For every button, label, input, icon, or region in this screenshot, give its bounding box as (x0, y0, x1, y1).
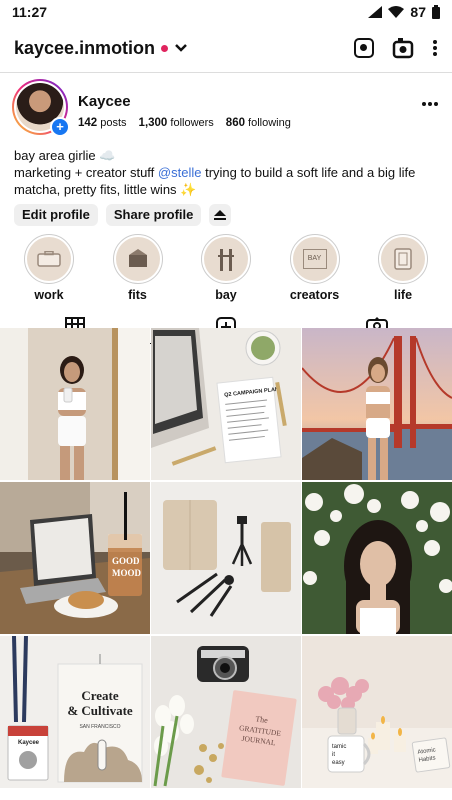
status-icons: 87 (368, 4, 440, 20)
highlight-fits[interactable]: fits (95, 234, 181, 302)
bio-line-2-rest: trying to build a soft life and a big li… (201, 165, 416, 180)
post-golden-gate[interactable] (302, 328, 452, 480)
story-highlights: work fits bay BAY creators life (0, 226, 452, 302)
clothes-icon (128, 249, 147, 267)
following-stat[interactable]: 860 following (226, 117, 291, 129)
profile-name: Kaycee (78, 93, 131, 110)
account-switcher[interactable]: kaycee.inmotion (14, 38, 188, 59)
posts-grid: Q2 CAMPAIGN PLAN GOOD MOOD Kaycee Create… (0, 328, 452, 788)
highlight-bay[interactable]: bay (183, 234, 269, 302)
post-mirror-selfie[interactable] (0, 328, 150, 480)
following-count: 860 (225, 117, 245, 129)
bio: bay area girlie ☁️ marketing + creator s… (0, 141, 452, 198)
eject-icon[interactable] (209, 204, 232, 226)
bio-mention-link[interactable]: @stelle (158, 165, 202, 180)
profile-actions: Edit profile Share profile (0, 198, 452, 226)
cup-text-2: MOOD (112, 568, 141, 578)
book-subtitle: SAN FRANCISCO (79, 724, 120, 730)
following-label: following (248, 117, 291, 129)
mug-text-2: it (332, 752, 335, 758)
profile-header: kaycee.inmotion (0, 24, 452, 72)
highlight-label: life (393, 288, 413, 302)
highlight-life[interactable]: life (360, 234, 446, 302)
highlight-label: creators (289, 288, 340, 302)
notification-dot (161, 44, 169, 52)
journal-title-line-1: The (255, 714, 269, 725)
followers-count: 1,300 (138, 117, 168, 129)
create-post-icon[interactable] (392, 37, 414, 59)
highlight-label: fits (128, 288, 147, 302)
book-title-line-2: & Cultivate (67, 703, 133, 718)
wifi-icon (388, 6, 405, 18)
avatar[interactable]: + (12, 79, 70, 137)
post-cozy-candles[interactable]: tamic it easy Atomic Habits (302, 636, 452, 788)
highlight-creators[interactable]: BAY creators (272, 234, 358, 302)
status-time: 11:27 (12, 4, 48, 20)
profile-summary: + Kaycee 142 posts 1,300 followers 860 f… (0, 73, 452, 141)
post-gratitude-journal[interactable]: The GRATITUDE JOURNAL (151, 636, 301, 788)
bay-sign-text: BAY (307, 255, 322, 262)
share-profile-button[interactable]: Share profile (105, 204, 202, 226)
highlight-label: work (34, 288, 64, 302)
post-create-cultivate[interactable]: Kaycee Create & Cultivate SAN FRANCISCO (0, 636, 150, 788)
badge-name: Kaycee (18, 740, 40, 746)
post-flatlay-tripod[interactable] (151, 482, 301, 634)
chevron-down-icon (175, 44, 187, 52)
followers-label: followers (170, 117, 214, 129)
menu-icon[interactable] (432, 39, 438, 57)
username: kaycee.inmotion (14, 37, 156, 58)
posts-label: posts (100, 117, 127, 129)
bio-line-3: matcha, pretty fits, little wins ✨ (14, 182, 197, 197)
posts-count: 142 (78, 117, 98, 129)
post-cafe-laptop[interactable]: GOOD MOOD (0, 482, 150, 634)
highlight-work[interactable]: work (6, 234, 92, 302)
bio-line-2-text: marketing + creator stuff (14, 165, 158, 180)
book-title-line-1: Create (81, 688, 119, 703)
post-portrait-flowers[interactable] (302, 482, 452, 634)
followers-stat[interactable]: 1,300 followers (139, 117, 214, 129)
highlight-label: bay (215, 288, 237, 302)
window-icon (394, 248, 412, 270)
battery-icon (432, 5, 440, 19)
bay-sign-icon: BAY (302, 249, 327, 269)
cup-text-1: GOOD (112, 556, 140, 566)
more-options-icon[interactable] (422, 101, 438, 107)
status-bar: 11:27 87 (0, 0, 452, 24)
bio-line-2: marketing + creator stuff @stelle trying… (14, 164, 438, 181)
briefcase-icon (37, 251, 61, 267)
post-campaign-desk[interactable]: Q2 CAMPAIGN PLAN (151, 328, 301, 480)
mug-text-1: tamic (332, 744, 346, 750)
edit-profile-button[interactable]: Edit profile (14, 204, 98, 226)
posts-stat[interactable]: 142 posts (78, 117, 127, 129)
battery-level: 87 (410, 4, 426, 20)
bridge-icon (218, 249, 234, 271)
bio-line-1: bay area girlie ☁️ (14, 148, 116, 163)
threads-icon[interactable] (354, 38, 374, 58)
mug-text-3: easy (332, 760, 345, 766)
add-story-icon[interactable]: + (50, 117, 70, 137)
signal-icon (368, 6, 383, 18)
